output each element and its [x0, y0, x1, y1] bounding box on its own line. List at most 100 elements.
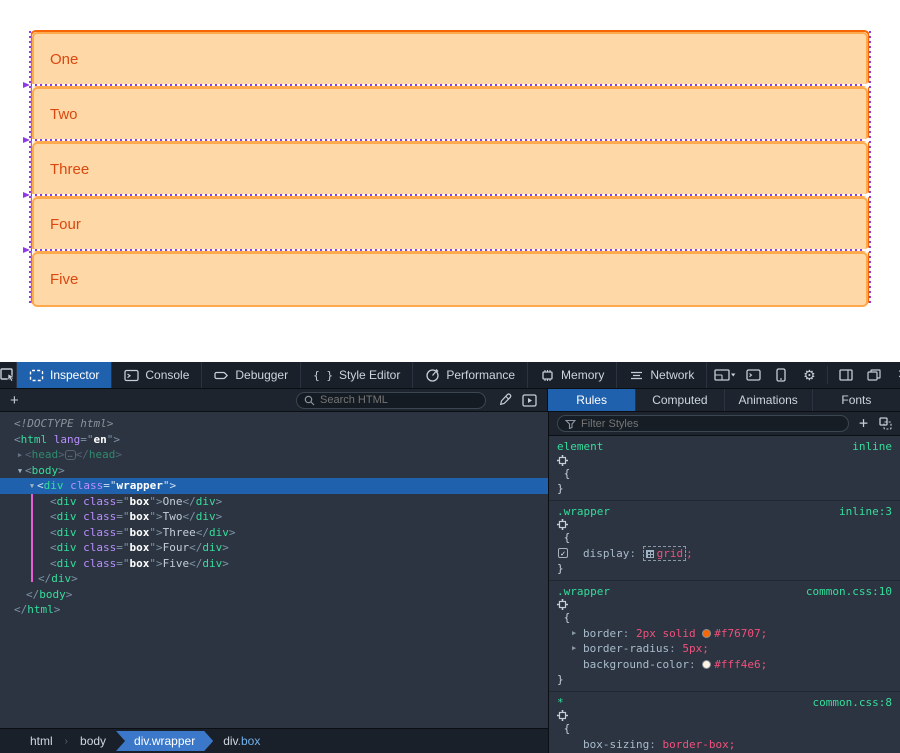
search-html-box[interactable]: [296, 392, 486, 409]
tab-debugger[interactable]: Debugger: [202, 362, 301, 388]
property-value: border-box: [662, 738, 728, 751]
code-token: html: [21, 433, 48, 446]
tab-label: Performance: [446, 368, 515, 382]
code-token: div: [51, 572, 71, 585]
property-name: background-color: [583, 658, 689, 671]
selector-target-icon[interactable]: [557, 599, 568, 610]
expand-arrow-icon[interactable]: ▶: [15, 448, 25, 464]
split-console-icon[interactable]: [741, 362, 765, 389]
add-rule-icon[interactable]: +: [859, 416, 868, 431]
markup-line[interactable]: <html lang="en">: [0, 432, 548, 448]
stylesheet-link[interactable]: common.css:8: [813, 695, 892, 711]
dock-side-icon[interactable]: [834, 362, 858, 389]
css-declaration[interactable]: ✓display: grid;: [549, 546, 900, 562]
tab-rules[interactable]: Rules: [548, 389, 636, 411]
tab-style-editor[interactable]: { } Style Editor: [301, 362, 413, 388]
property-value: 2px solid: [636, 627, 702, 640]
expand-value-icon[interactable]: ▶: [572, 641, 576, 657]
code-token: >: [222, 541, 229, 554]
breadcrumb-item[interactable]: body: [70, 731, 116, 751]
close-icon[interactable]: ×: [890, 362, 900, 389]
stylesheet-link[interactable]: inline:3: [839, 504, 892, 520]
code-token: Two: [163, 510, 183, 523]
filter-styles-input[interactable]: [581, 418, 841, 430]
markup-line[interactable]: <div class="box">Four</div>: [0, 540, 548, 556]
property-name: border: [583, 627, 623, 640]
separate-window-icon[interactable]: [862, 362, 886, 389]
css-declaration[interactable]: ▶border-radius: 5px;: [549, 641, 900, 657]
code-token: box: [130, 526, 150, 539]
css-rule[interactable]: common.css:8* {box-sizing: border-box;}: [549, 692, 900, 753]
stylesheet-link[interactable]: inline: [852, 439, 892, 455]
markup-line[interactable]: ▶<head>…</head>: [0, 447, 548, 463]
markup-line[interactable]: <div class="box">One</div>: [0, 494, 548, 510]
settings-gear-icon[interactable]: ⚙: [797, 362, 821, 389]
markup-line[interactable]: </div>: [0, 571, 548, 587]
tab-performance[interactable]: Performance: [413, 362, 528, 388]
selector-target-icon[interactable]: [557, 710, 568, 721]
collapse-arrow-icon[interactable]: ▼: [15, 464, 25, 480]
css-rule[interactable]: inlineelement {}: [549, 436, 900, 501]
page-preview: OneTwoThreeFourFive: [0, 0, 900, 362]
css-declaration[interactable]: background-color: #fff4e6;: [549, 657, 900, 673]
iframe-picker-icon[interactable]: [713, 362, 737, 389]
tab-console[interactable]: Console: [112, 362, 202, 388]
grid-toggle-badge[interactable]: grid: [643, 546, 687, 561]
markup-line[interactable]: </body>: [0, 587, 548, 603]
node-picker-button[interactable]: [0, 362, 17, 388]
stylesheet-link[interactable]: common.css:10: [806, 584, 892, 600]
toggle-classes-icon[interactable]: [878, 417, 892, 430]
css-declaration[interactable]: ▶border: 2px solid #f76707;: [549, 626, 900, 642]
network-icon: [629, 370, 644, 381]
tab-inspector[interactable]: Inspector: [17, 362, 112, 388]
code-token: class: [83, 526, 116, 539]
code-token: <!DOCTYPE html>: [14, 417, 113, 430]
declaration-checkbox[interactable]: ✓: [558, 548, 568, 558]
code-token: </: [189, 541, 202, 554]
collapse-arrow-icon[interactable]: ▼: [27, 479, 37, 495]
code-token: div: [209, 526, 229, 539]
markup-line[interactable]: <div class="box">Five</div>: [0, 556, 548, 572]
eyedropper-icon[interactable]: [498, 393, 512, 407]
expand-value-icon[interactable]: ▶: [572, 626, 576, 642]
color-swatch[interactable]: [702, 660, 711, 669]
tab-animations[interactable]: Animations: [725, 389, 813, 411]
breadcrumb-item[interactable]: div.box: [213, 731, 270, 751]
code-token: box: [130, 557, 150, 570]
breadcrumb-item[interactable]: div.wrapper: [116, 731, 213, 751]
tab-network[interactable]: Network: [617, 362, 707, 388]
rules-list: inlineelement {}inline:3.wrapper {✓displ…: [549, 436, 900, 753]
breadcrumb-item[interactable]: html: [20, 731, 63, 751]
markup-line[interactable]: ▼<body>: [0, 463, 548, 479]
selector-target-icon[interactable]: [557, 455, 568, 466]
code-token: ">: [149, 510, 162, 523]
selector-target-icon[interactable]: [557, 519, 568, 530]
add-node-icon[interactable]: +: [0, 393, 29, 408]
markup-line[interactable]: <div class="box">Three</div>: [0, 525, 548, 541]
tab-fonts[interactable]: Fonts: [813, 389, 900, 411]
responsive-mode-icon[interactable]: [769, 362, 793, 389]
filter-funnel-icon: [565, 419, 576, 429]
tab-computed[interactable]: Computed: [636, 389, 724, 411]
grid-row-line: [30, 139, 870, 141]
code-token: html: [27, 603, 54, 616]
css-rule[interactable]: common.css:10.wrapper {▶border: 2px soli…: [549, 581, 900, 692]
code-token: class: [83, 557, 116, 570]
tab-label: Inspector: [50, 368, 99, 382]
page-wrapper-element: OneTwoThreeFourFive: [30, 30, 870, 305]
code-token: lang: [54, 433, 81, 446]
page-box: Four: [32, 197, 868, 252]
print-simulation-icon[interactable]: [522, 394, 537, 407]
markup-line[interactable]: ▼<div class="wrapper">: [0, 478, 548, 494]
css-rule[interactable]: inline:3.wrapper {✓display: grid;}: [549, 501, 900, 581]
color-swatch[interactable]: [702, 629, 711, 638]
search-html-input[interactable]: [320, 394, 478, 406]
markup-line[interactable]: <div class="box">Two</div>: [0, 509, 548, 525]
collapsed-content-icon[interactable]: …: [65, 450, 76, 460]
tab-memory[interactable]: Memory: [528, 362, 617, 388]
markup-line[interactable]: </html>: [0, 602, 548, 618]
code-token: div: [202, 557, 222, 570]
filter-styles-box[interactable]: [557, 415, 849, 432]
css-declaration[interactable]: box-sizing: border-box;: [549, 737, 900, 753]
markup-line[interactable]: <!DOCTYPE html>: [0, 416, 548, 432]
